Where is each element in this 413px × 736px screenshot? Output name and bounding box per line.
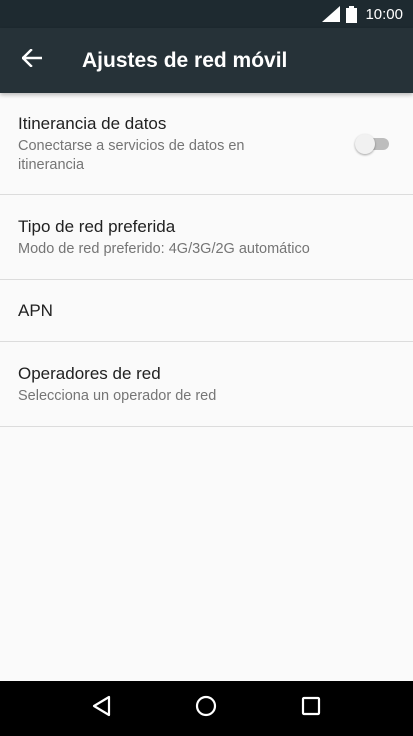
back-button[interactable] — [0, 28, 64, 93]
battery-icon — [346, 5, 358, 23]
setting-text: Operadores de red Selecciona un operador… — [18, 363, 391, 406]
signal-icon — [322, 6, 341, 22]
data-roaming-toggle[interactable] — [355, 133, 391, 155]
setting-title: Itinerancia de datos — [18, 113, 167, 133]
status-bar: 10:00 — [0, 0, 413, 28]
setting-summary: Conectarse a servicios de datos en itine… — [18, 137, 245, 173]
back-triangle-icon — [92, 695, 112, 722]
setting-text: Tipo de red preferida Modo de red prefer… — [18, 216, 391, 259]
navigation-bar — [0, 681, 413, 736]
setting-network-operators[interactable]: Operadores de red Selecciona un operador… — [0, 342, 413, 427]
page-title: Ajustes de red móvil — [82, 48, 288, 72]
setting-data-roaming[interactable]: Itinerancia de datos Conectarse a servic… — [0, 93, 413, 195]
status-icons — [322, 5, 358, 23]
settings-list: Itinerancia de datos Conectarse a servic… — [0, 93, 413, 427]
setting-title: APN — [18, 300, 53, 320]
toggle-thumb — [355, 133, 375, 154]
setting-apn[interactable]: APN — [0, 280, 413, 342]
recents-square-icon — [301, 696, 321, 721]
arrow-back-icon — [21, 48, 43, 72]
setting-title: Operadores de red — [18, 363, 161, 383]
nav-recents-button[interactable] — [281, 681, 341, 736]
nav-home-button[interactable] — [176, 681, 236, 736]
setting-title: Tipo de red preferida — [18, 216, 176, 236]
setting-summary: Selecciona un operador de red — [18, 387, 217, 404]
setting-preferred-network-type[interactable]: Tipo de red preferida Modo de red prefer… — [0, 195, 413, 280]
setting-summary: Modo de red preferido: 4G/3G/2G automáti… — [18, 240, 310, 257]
setting-text: Itinerancia de datos Conectarse a servic… — [18, 113, 355, 175]
toolbar: Ajustes de red móvil — [0, 28, 413, 93]
status-time: 10:00 — [365, 5, 403, 23]
setting-text: APN — [18, 300, 391, 322]
nav-back-button[interactable] — [72, 681, 132, 736]
home-circle-icon — [195, 695, 217, 722]
